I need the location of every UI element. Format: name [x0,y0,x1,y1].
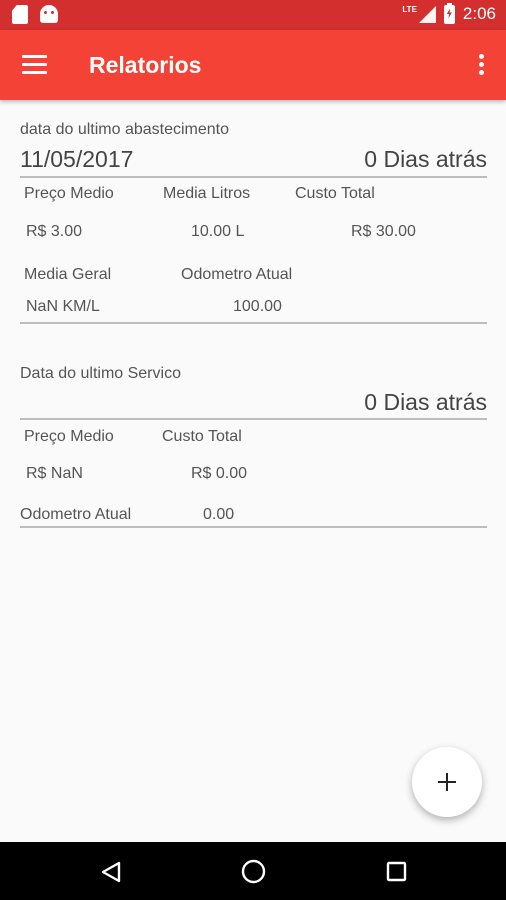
report-content: data do ultimo abastecimento 11/05/2017 … [0,100,506,842]
service-total-cost-label: Custo Total [162,428,242,445]
divider [20,322,487,324]
back-icon[interactable] [101,861,121,883]
navigation-bar [0,842,506,900]
status-bar: LTE 2:06 [0,0,506,30]
add-button[interactable] [412,747,482,817]
fuel-last-date: 11/05/2017 [20,146,134,172]
service-odometer-value: 0.00 [203,506,235,523]
service-days-ago: 0 Dias atrás [364,389,487,415]
android-icon [40,5,58,23]
fuel-avg-liters-label: Media Litros [163,185,251,202]
status-time: 2:06 [462,4,496,23]
divider [20,526,487,528]
battery-charging-icon [443,2,455,24]
service-section-label: Data do ultimo Servico [20,365,181,382]
service-avg-price-label: Preço Medio [24,428,114,445]
hamburger-menu-icon[interactable] [22,54,47,74]
fuel-overall-avg-label: Media Geral [24,266,112,283]
divider [20,418,487,420]
service-odometer-label: Odometro Atual [20,506,132,523]
app-bar: Relatorios [0,30,506,100]
fuel-avg-price-value: R$ 3.00 [26,223,83,240]
divider [20,176,487,178]
recent-apps-icon[interactable] [386,861,407,882]
page-title: Relatorios [89,52,202,78]
fuel-odometer-label: Odometro Atual [181,266,293,283]
fuel-odometer-value: 100.00 [233,298,282,315]
service-avg-price-value: R$ NaN [26,465,83,482]
sd-card-icon [12,5,28,24]
signal-icon [418,5,436,23]
fuel-avg-price-label: Preço Medio [24,185,114,202]
fuel-days-ago: 0 Dias atrás [364,146,487,172]
fuel-avg-liters-value: 10.00 L [191,223,245,240]
service-total-cost-value: R$ 0.00 [191,465,248,482]
more-vert-icon[interactable] [474,53,488,79]
fuel-total-cost-label: Custo Total [295,185,375,202]
fuel-section-label: data do ultimo abastecimento [20,121,230,138]
home-icon[interactable] [241,859,266,884]
fuel-total-cost-value: R$ 30.00 [351,223,416,240]
fuel-overall-avg-value: NaN KM/L [26,298,100,315]
network-type: LTE [402,5,417,14]
